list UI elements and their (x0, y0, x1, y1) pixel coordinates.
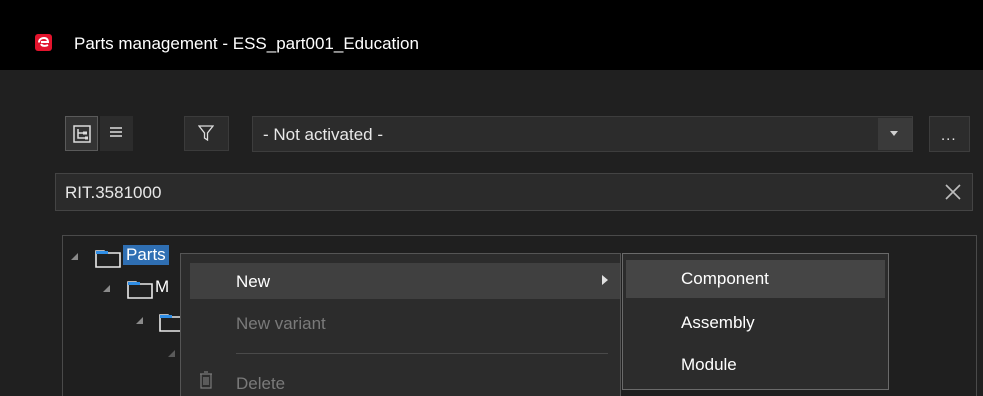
title-bar: Parts management - ESS_part001_Education (0, 0, 983, 70)
folder-icon (127, 281, 153, 299)
window-title: Parts management - ESS_part001_Education (74, 34, 419, 53)
list-view-icon (110, 127, 122, 137)
search-value: RIT.3581000 (65, 183, 162, 202)
menu-item-label: Delete (236, 374, 286, 393)
more-button[interactable]: ... (929, 116, 970, 152)
submenu-item-component[interactable]: Component (626, 260, 885, 298)
chevron-down-icon (890, 131, 898, 136)
filter-button[interactable] (184, 116, 229, 151)
submenu-item-label: Assembly (681, 313, 755, 332)
expand-arrow-icon[interactable] (168, 350, 175, 357)
filter-combo[interactable]: - Not activated - (252, 116, 913, 152)
tree-item-parts[interactable]: Parts (123, 245, 169, 265)
close-icon[interactable] (944, 183, 962, 201)
more-button-label: ... (941, 127, 957, 144)
submenu-item-label: Component (681, 269, 769, 288)
chevron-right-icon (602, 275, 608, 285)
new-submenu: Component Assembly Module (622, 253, 889, 390)
menu-separator (236, 353, 608, 354)
eplan-logo-icon (35, 34, 52, 51)
submenu-item-module[interactable]: Module (626, 346, 885, 384)
submenu-item-label: Module (681, 355, 737, 374)
tree-view-button[interactable] (65, 116, 98, 151)
menu-item-new[interactable]: New (190, 263, 620, 299)
filter-icon (198, 125, 214, 141)
list-view-button[interactable] (100, 116, 133, 151)
expand-arrow-icon[interactable] (136, 317, 143, 324)
folder-icon (95, 250, 121, 268)
menu-item-delete[interactable]: Delete (181, 365, 620, 396)
context-menu: New New variant Delete (180, 253, 621, 396)
search-input[interactable]: RIT.3581000 (55, 173, 973, 211)
filter-combo-value: - Not activated - (263, 125, 383, 144)
expand-arrow-icon[interactable] (71, 253, 78, 260)
menu-item-label: New (236, 272, 271, 291)
tree-view-icon (73, 125, 91, 143)
menu-item-new-variant[interactable]: New variant (181, 305, 620, 341)
menu-item-label: New variant (236, 314, 326, 333)
tree-item-module[interactable]: M (155, 277, 169, 297)
submenu-item-assembly[interactable]: Assembly (626, 304, 885, 342)
combo-dropdown-button[interactable] (878, 118, 912, 150)
expand-arrow-icon[interactable] (103, 285, 110, 292)
